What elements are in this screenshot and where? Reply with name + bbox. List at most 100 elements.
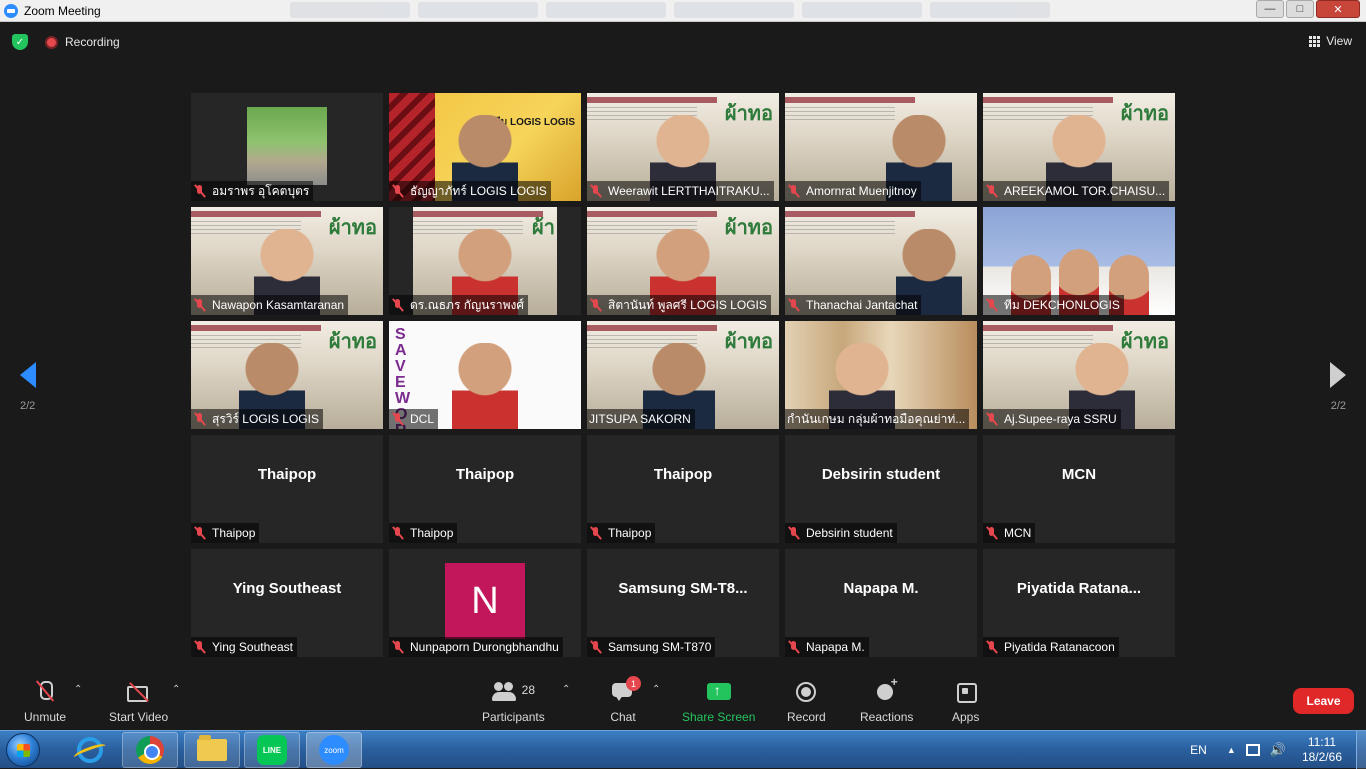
participant-name: Thaipop [608,526,652,540]
reactions-button[interactable]: Reactions [860,675,914,724]
window-title: Zoom Meeting [24,3,101,18]
share-screen-button[interactable]: Share Screen [682,680,755,724]
participant-name-label: สุรวิร์ LOGIS LOGIS [191,409,323,429]
show-desktop-button[interactable] [1356,731,1366,769]
video-tile[interactable]: Piyatida Ratana... Piyatida Ratanacoon [983,549,1175,657]
video-tile[interactable]: N Nunpaporn Durongbhandhu [389,549,581,657]
video-tile[interactable]: Thaipop Thaipop [389,435,581,543]
internet-explorer-icon [77,737,103,763]
apps-button[interactable]: Apps [952,680,979,724]
participant-name: ธัญญาภัทร์ LOGIS LOGIS [410,183,547,198]
video-tile[interactable]: ผ้าทอ สิตานันท์ พูลศรี LOGIS LOGIS [587,207,779,315]
muted-mic-icon [787,298,801,312]
video-tile[interactable]: Ying Southeast Ying Southeast [191,549,383,657]
view-label: View [1326,34,1352,48]
video-tile[interactable]: Thanachai Jantachat [785,207,977,315]
previous-page-arrow-icon[interactable] [20,362,36,388]
leave-meeting-button[interactable]: Leave [1293,688,1354,714]
taskbar-file-explorer[interactable] [184,732,240,768]
participant-display-name: Debsirin student [821,465,941,483]
video-tile[interactable]: Napapa M. Napapa M. [785,549,977,657]
chat-button[interactable]: 1 Chat [610,676,641,724]
participant-name: Samsung SM-T870 [608,640,712,654]
network-icon[interactable] [1245,744,1260,756]
video-tile[interactable]: Debsirin student Debsirin student [785,435,977,543]
participant-name-label: ธัญญาภัทร์ LOGIS LOGIS [389,181,551,201]
video-tile[interactable]: ผ้าทอ Aj.Supee-raya SSRU [983,321,1175,429]
taskbar-line[interactable]: LINE [244,732,300,768]
taskbar-chrome[interactable] [122,732,178,768]
participant-name-label: สิตานันท์ พูลศรี LOGIS LOGIS [587,295,771,315]
video-tile[interactable]: ผ้าทอ Nawapon Kasamtaranan [191,207,383,315]
start-button-icon[interactable] [6,733,40,767]
participant-display-name: MCN [1061,465,1097,483]
show-hidden-icons-icon[interactable]: ▲ [1227,745,1236,755]
participant-name: Aj.Supee-raya SSRU [1004,412,1117,426]
video-tile[interactable]: SAVE WORLD DCL [389,321,581,429]
muted-mic-icon [391,526,405,540]
participant-video [452,343,518,429]
video-tile[interactable]: ผ้าทอ Weerawit LERTTHAITRAKU... [587,93,779,201]
participant-name: Piyatida Ratanacoon [1004,640,1115,654]
taskbar-zoom[interactable]: zoom [306,732,362,768]
window-controls: — □ ✕ [1256,0,1360,18]
muted-mic-icon [787,526,801,540]
participant-display-name: Ying Southeast [232,579,342,597]
view-button[interactable]: View [1309,34,1352,48]
video-tile[interactable]: ผ้าทอ JITSUPA SAKORN [587,321,779,429]
reactions-smiley-icon [874,675,900,704]
reactions-label: Reactions [860,710,914,724]
video-tile[interactable]: Amornrat Muenjitnoy [785,93,977,201]
video-tile[interactable]: ผ้าทอ สุรวิร์ LOGIS LOGIS [191,321,383,429]
video-tile[interactable]: ผ้าทอ AREEKAMOL TOR.CHAISU... [983,93,1175,201]
participant-name-label: Nawapon Kasamtaranan [191,295,349,315]
participant-name: สิตานันท์ พูลศรี LOGIS LOGIS [608,297,767,312]
participant-name-label: Debsirin student [785,523,897,543]
background-caption: ผ้าทอ [724,103,773,125]
participant-name: ดร.ณธภร กัญนราพงศ์ [410,297,524,312]
video-tile[interactable]: MCN MCN [983,435,1175,543]
muted-mic-icon [391,412,405,426]
participant-name: Thaipop [410,526,454,540]
muted-mic-icon [985,412,999,426]
chat-options-chevron-icon[interactable]: ⌃ [652,684,660,695]
background-caption: ผ้าทอ [724,217,773,239]
next-page-arrow-icon[interactable] [1330,362,1346,388]
security-shield-icon[interactable]: ✓ [12,34,28,50]
volume-icon[interactable]: 🔊 [1270,742,1286,758]
video-tile[interactable]: Samsung SM-T8... Samsung SM-T870 [587,549,779,657]
video-tile[interactable]: Thaipop Thaipop [191,435,383,543]
video-options-chevron-icon[interactable]: ⌃ [172,684,180,695]
participant-name: Thanachai Jantachat [806,298,918,312]
maximize-button[interactable]: □ [1286,0,1314,18]
minimize-button[interactable]: — [1256,0,1284,18]
record-button[interactable]: Record [787,680,826,724]
meeting-top-bar: ✓ Recording View [0,22,1366,62]
muted-mic-icon [391,640,405,654]
close-window-button[interactable]: ✕ [1316,0,1360,18]
participant-name: DCL [410,412,435,426]
participant-display-name: Napapa M. [843,579,919,597]
unmute-button[interactable]: Unmute [24,680,66,724]
taskbar-internet-explorer[interactable] [62,732,118,768]
language-indicator[interactable]: EN [1190,743,1207,757]
system-clock[interactable]: 11:11 18/2/66 [1302,735,1342,765]
video-tile[interactable]: ทีม LOGIS LOGIS ธัญญาภัทร์ LOGIS LOGIS [389,93,581,201]
muted-mic-icon [589,298,603,312]
participant-name-label: AREEKAMOL TOR.CHAISU... [983,181,1170,201]
participant-name: ทีม DEKCHONLOGIS [1004,297,1120,312]
audio-options-chevron-icon[interactable]: ⌃ [74,684,82,695]
active-speaker-tile[interactable]: กำนันเกษม กลุ่มผ้าทอมือคุณย่าท่... [785,321,977,429]
video-tile[interactable]: ทีม DEKCHONLOGIS [983,207,1175,315]
participants-button[interactable]: 28 Participants [482,680,545,724]
participant-name-label: Thanachai Jantachat [785,295,922,315]
participant-name: MCN [1004,526,1032,540]
video-tile[interactable]: ผ้า ดร.ณธภร กัญนราพงศ์ [389,207,581,315]
participants-options-chevron-icon[interactable]: ⌃ [562,684,570,695]
participant-name-label: Weerawit LERTTHAITRAKU... [587,181,774,201]
video-tile[interactable]: อมราพร อุโคตบุตร [191,93,383,201]
muted-mic-icon [391,298,405,312]
background-caption: ผ้าทอ [724,331,773,353]
start-video-button[interactable]: Start Video [109,680,168,724]
video-tile[interactable]: Thaipop Thaipop [587,435,779,543]
